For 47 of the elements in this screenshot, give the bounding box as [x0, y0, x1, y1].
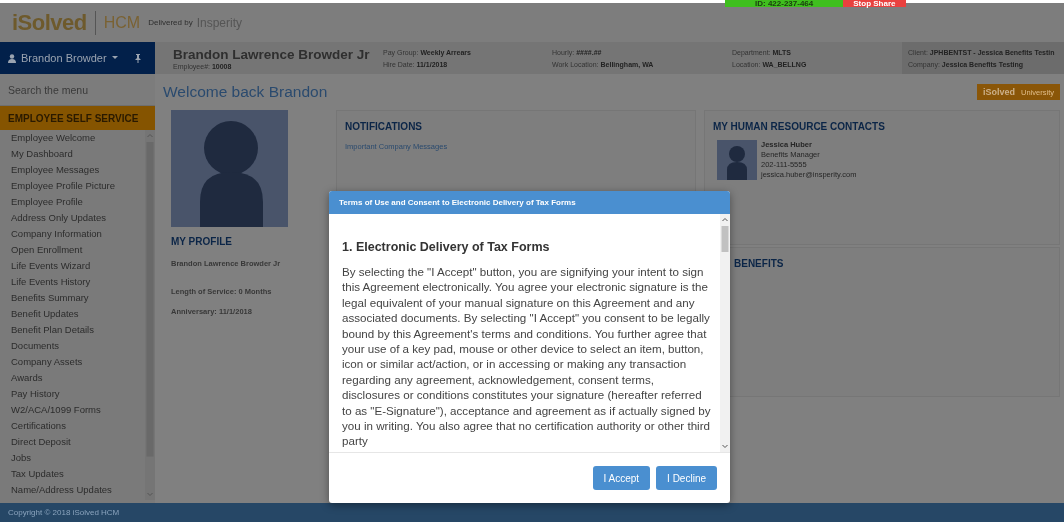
- avatar-silhouette: [717, 140, 757, 180]
- decline-button[interactable]: I Decline: [656, 466, 717, 490]
- screen-share-id: ID: 422-237-464: [725, 0, 844, 7]
- menu-item[interactable]: Employee Profile: [0, 194, 145, 210]
- menu-item[interactable]: Open Enrollment: [0, 242, 145, 258]
- menu-item[interactable]: Benefits Summary: [0, 290, 145, 306]
- menu-item[interactable]: Documents: [0, 338, 145, 354]
- menu-item[interactable]: My Dashboard: [0, 146, 145, 162]
- user-menu-button[interactable]: Brandon Browder: [0, 42, 155, 74]
- menu-item[interactable]: Jobs: [0, 450, 145, 466]
- menu-item[interactable]: Address Only Updates: [0, 210, 145, 226]
- menu-item[interactable]: Employee Profile Picture: [0, 178, 145, 194]
- copyright-text: Copyright © 2018 iSolved HCM: [8, 508, 120, 517]
- scrollbar-drawing[interactable]: [720, 214, 730, 452]
- menu-section-title: EMPLOYEE SELF SERVICE: [0, 106, 155, 130]
- product-name: HCM: [103, 13, 141, 32]
- user-icon: [8, 53, 16, 63]
- menu-item[interactable]: Direct Deposit: [0, 434, 145, 450]
- contacts-title: MY HUMAN RESOURCE CONTACTS: [713, 121, 886, 132]
- menu-item[interactable]: Life Events Wizard: [0, 258, 145, 274]
- menu-item[interactable]: Life Events History: [0, 274, 145, 290]
- menu-item[interactable]: Tax Updates: [0, 466, 145, 482]
- menu-item[interactable]: Employee Welcome: [0, 130, 145, 146]
- pin-icon[interactable]: [134, 53, 141, 63]
- welcome-heading: Welcome back Brandon: [163, 83, 328, 101]
- delivered-by-text: Delivered by: [148, 18, 193, 27]
- accept-button[interactable]: I Accept: [592, 466, 651, 490]
- menu-item[interactable]: Name/Address Updates: [0, 482, 145, 498]
- dialog-heading: 1. Electronic Delivery of Tax Forms: [342, 240, 551, 254]
- menu-item[interactable]: Pay History: [0, 386, 145, 402]
- stop-share-button[interactable]: Stop Share: [843, 0, 906, 7]
- menu-item[interactable]: Benefit Updates: [0, 306, 145, 322]
- menu-item[interactable]: Benefit Plan Details: [0, 322, 145, 338]
- dialog-title: Terms of Use and Consent to Electronic Delivery of Tax Forms: [329, 191, 730, 214]
- menu-item[interactable]: Company Information: [0, 226, 145, 242]
- menu-item[interactable]: Employee Messages: [0, 162, 145, 178]
- menu-item[interactable]: W2/ACA/1099 Forms: [0, 402, 145, 418]
- notifications-title: NOTIFICATIONS: [345, 121, 424, 132]
- caret-icon: [111, 56, 118, 60]
- isolved-logo: iSolved: [12, 9, 87, 36]
- benefits-title: BENEFITS: [733, 258, 785, 269]
- dialog-text: By selecting the "I Accept" button, you are signifying your intent to sign this Agreement electronically. You agree your electronic signature is the legal equivalent of your manual signature on this Agreement and any associated documents. By selecting "I Accept" you consent to be legally bound by this Agreement's terms and conditions. You further agree that your use of a key pad, mouse or other device to select an item, button, icon or similar act/action, or in accessing or making any transaction regarding any agreement, acknowledgement, consent terms, disclosures or conditions constitutes your signature (hereafter referred to as "E-Signature"), acceptance and agreement as if actually signed by you in writing. You also agree that no certification authority or other third party: [342, 264, 712, 449]
- employee-name: Brandon Lawrence Browder Jr: [173, 46, 371, 63]
- profile-title: MY PROFILE: [171, 236, 233, 247]
- menu-item[interactable]: Certifications: [0, 418, 145, 434]
- menu-item[interactable]: Company Assets: [0, 354, 145, 370]
- menu-item[interactable]: Awards: [0, 370, 145, 386]
